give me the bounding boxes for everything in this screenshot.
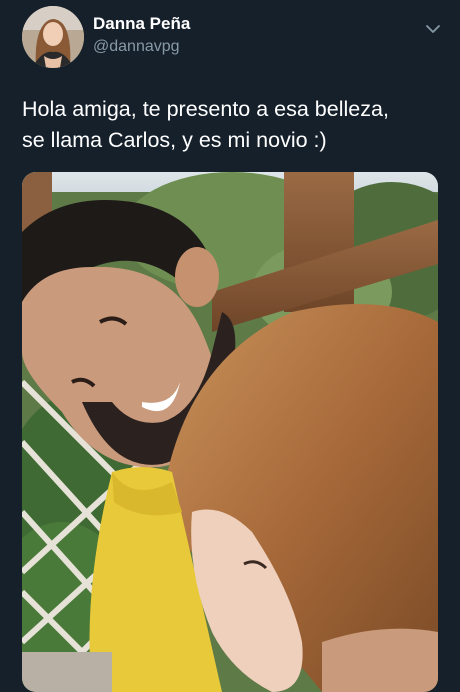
selfie-image [22, 172, 438, 692]
author-handle[interactable]: @dannavpg [93, 38, 180, 56]
tweet-text-line: Hola amiga, te presento a esa belleza, [22, 97, 389, 121]
avatar-photo [22, 6, 84, 68]
tweet-photo[interactable] [22, 172, 438, 692]
author-display-name[interactable]: Danna Peña [93, 14, 190, 34]
tweet-text: Hola amiga, te presento a esa belleza, s… [22, 94, 442, 156]
chevron-down-icon[interactable] [422, 18, 444, 40]
avatar[interactable] [22, 6, 84, 68]
tweet-text-line: se llama Carlos, y es mi novio :) [22, 128, 327, 152]
tweet: Danna Peña @dannavpg Hola amiga, te pres… [0, 0, 460, 692]
